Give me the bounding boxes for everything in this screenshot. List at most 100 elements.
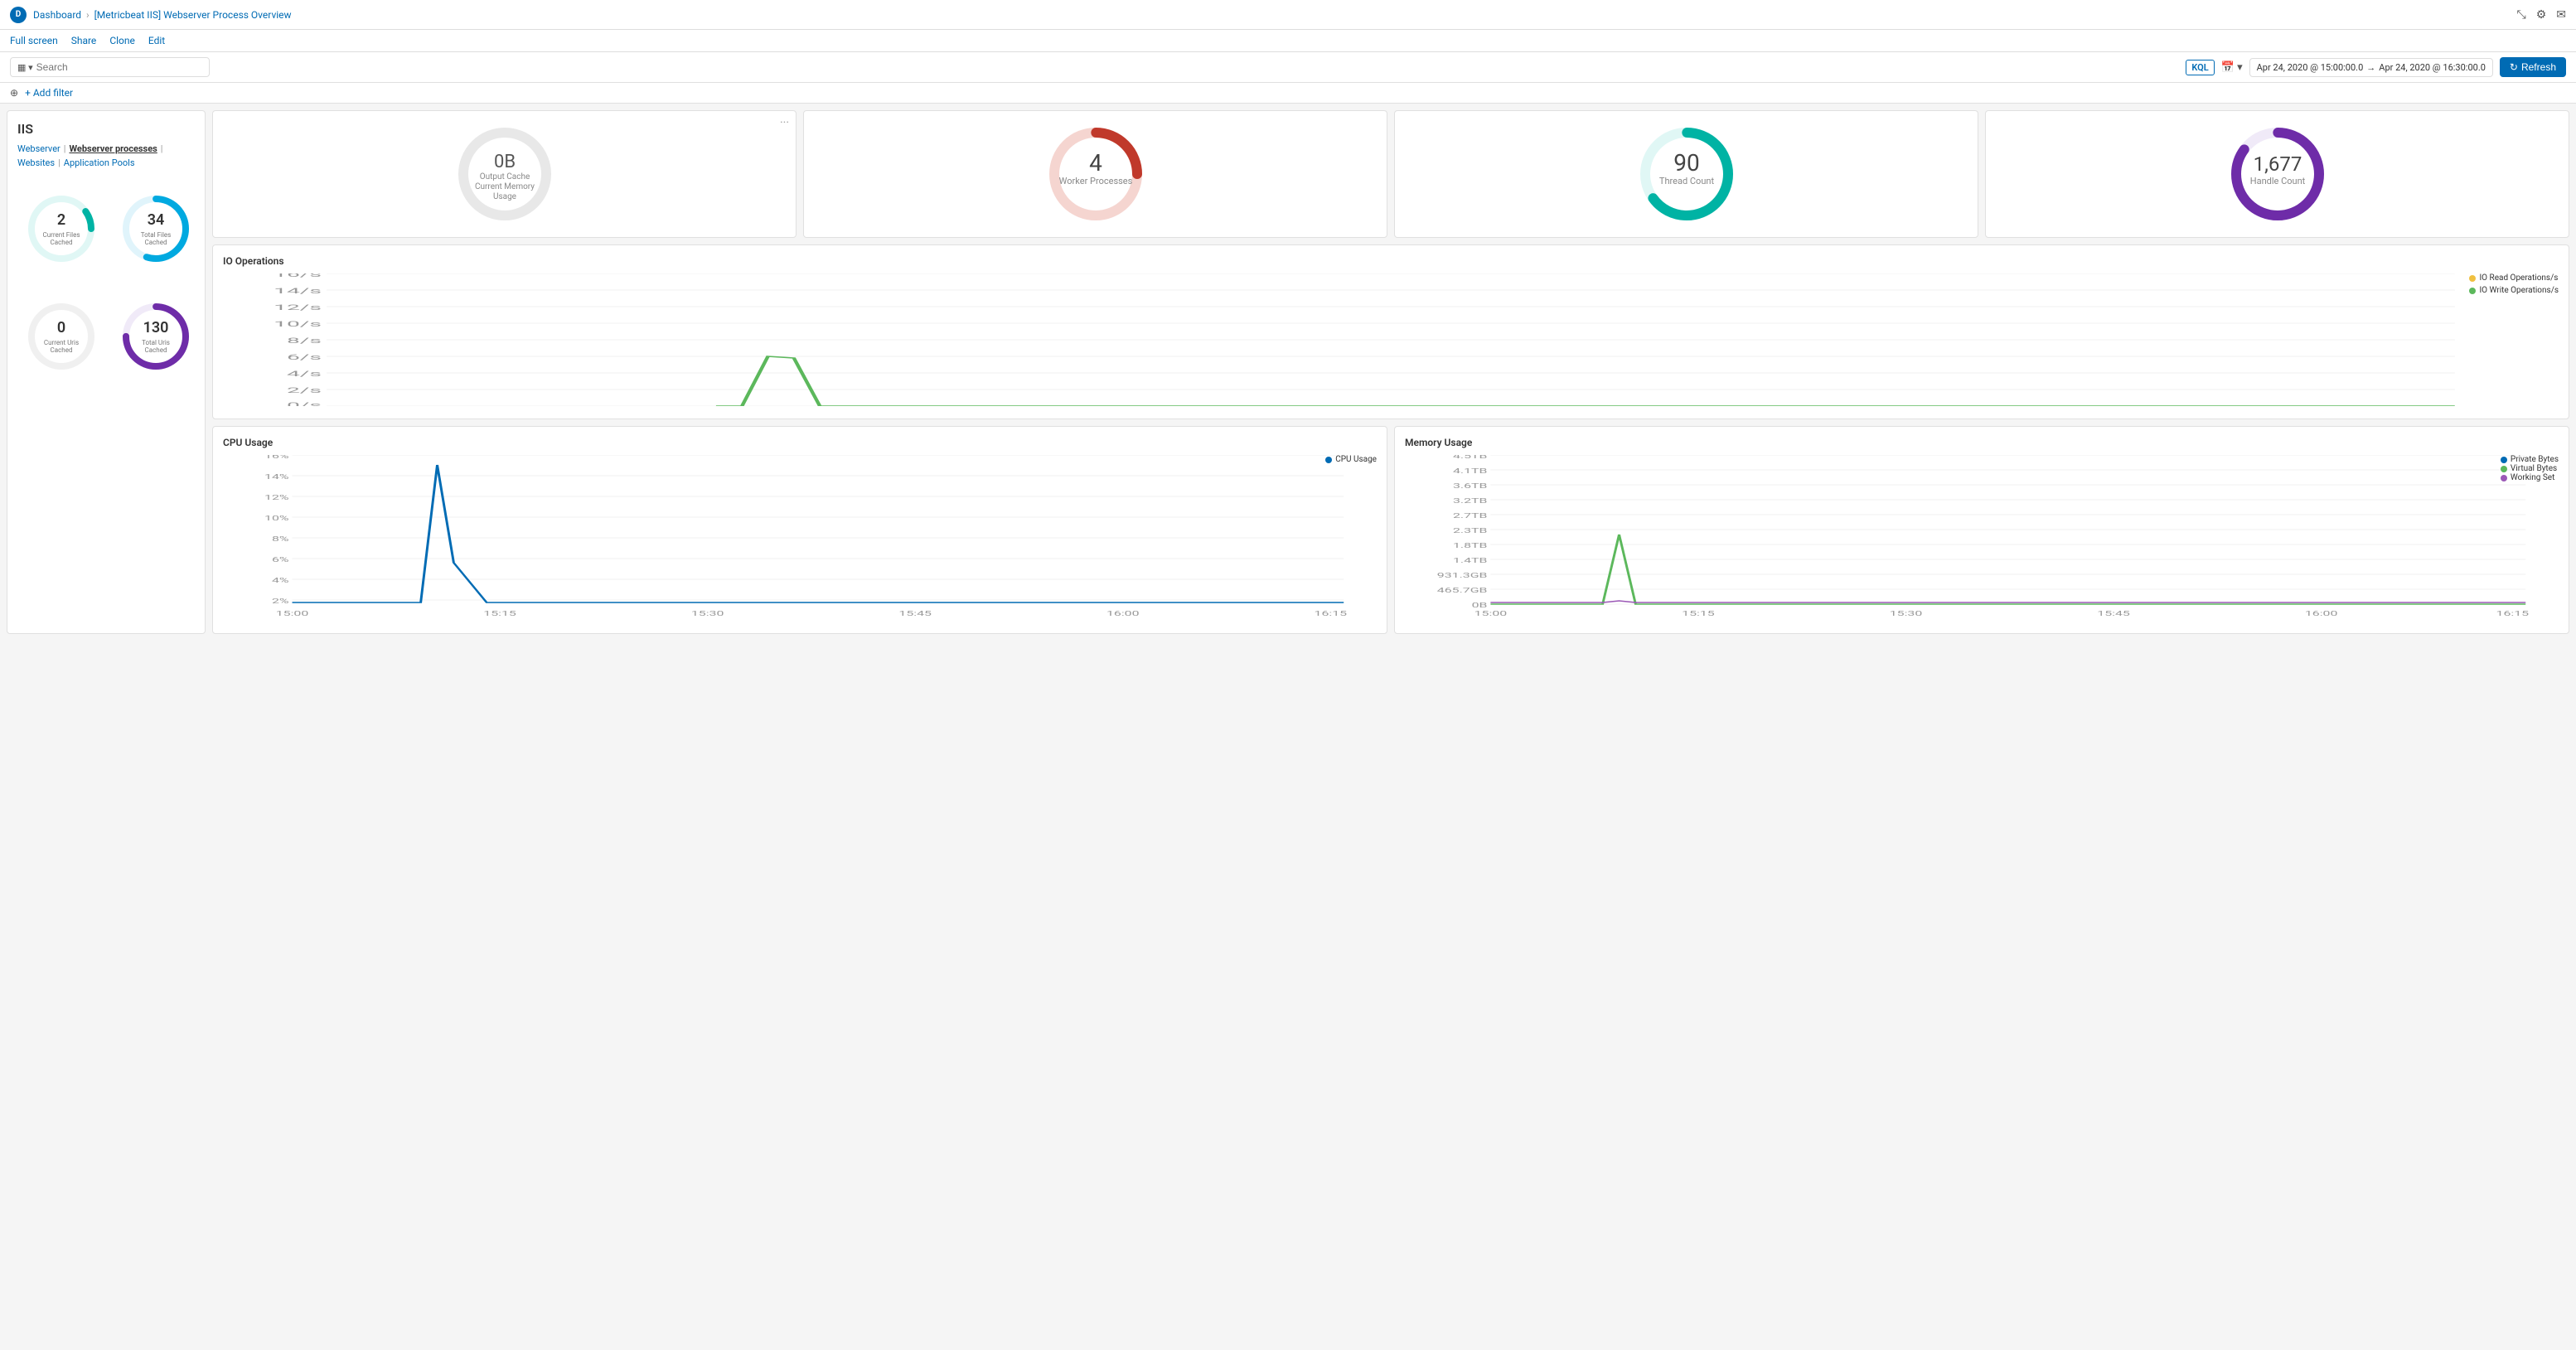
svg-text:16:00: 16:00 bbox=[1106, 610, 1140, 618]
bottom-charts-row: CPU Usage CPU Usage bbox=[212, 426, 2569, 634]
svg-text:4%: 4% bbox=[272, 577, 289, 585]
nav-share[interactable]: Share bbox=[71, 33, 97, 48]
search-box[interactable]: ▦ ▾ bbox=[10, 57, 210, 77]
svg-text:16/s: 16/s bbox=[274, 273, 322, 279]
legend-io-write-dot bbox=[2469, 288, 2476, 294]
sidebar-links: Webserver | Webserver processes | Websit… bbox=[17, 143, 195, 168]
card-menu-icon[interactable]: ··· bbox=[780, 116, 789, 129]
share-icon[interactable]: ✉ bbox=[2556, 8, 2566, 22]
svg-text:Cached: Cached bbox=[145, 346, 167, 354]
top-bar: D Dashboard › [Metricbeat IIS] Webserver… bbox=[0, 0, 2576, 30]
svg-text:130: 130 bbox=[143, 319, 169, 336]
metric-gauge-thread-count: 90 Thread Count bbox=[1637, 124, 1736, 224]
memory-chart-container: Private Bytes Virtual Bytes Working Set bbox=[1405, 455, 2559, 623]
svg-text:3.6TB: 3.6TB bbox=[1453, 482, 1488, 491]
gauge-svg-1: 2 Current Files Cached bbox=[24, 191, 99, 266]
svg-text:15:45: 15:45 bbox=[898, 610, 932, 618]
svg-text:2: 2 bbox=[57, 211, 65, 229]
sidebar-link-application-pools[interactable]: Application Pools bbox=[64, 157, 135, 168]
svg-text:14%: 14% bbox=[264, 473, 289, 481]
metric-gauge-handle-count: 1,677 Handle Count bbox=[2228, 124, 2327, 224]
time-start: Apr 24, 2020 @ 15:00:00.0 bbox=[2257, 62, 2364, 73]
svg-text:Current Files: Current Files bbox=[43, 231, 80, 239]
filter-bar: ⊕ + Add filter bbox=[0, 83, 2576, 104]
svg-text:15:00: 15:00 bbox=[276, 610, 309, 618]
svg-text:2/s: 2/s bbox=[287, 386, 322, 394]
svg-text:15:30: 15:30 bbox=[1890, 610, 1923, 618]
sidebar-gauge-grid: 2 Current Files Cached 34 Total Files Ca… bbox=[17, 178, 195, 387]
settings-icon[interactable]: ⚙ bbox=[2536, 8, 2547, 22]
cpu-chart-container: CPU Usage 16% bbox=[223, 455, 1377, 623]
kql-badge[interactable]: KQL bbox=[2186, 60, 2214, 75]
calendar-icon: 📅 ▾ bbox=[2221, 61, 2243, 74]
svg-text:16%: 16% bbox=[264, 455, 289, 461]
svg-text:Cached: Cached bbox=[145, 239, 167, 246]
svg-text:Usage: Usage bbox=[492, 192, 516, 201]
svg-text:Total Files: Total Files bbox=[141, 231, 172, 239]
svg-text:0: 0 bbox=[57, 319, 65, 336]
svg-text:12%: 12% bbox=[264, 494, 289, 502]
cpu-chart-title: CPU Usage bbox=[223, 437, 1377, 448]
cpu-chart-legend: CPU Usage bbox=[1325, 455, 1377, 464]
time-picker[interactable]: Apr 24, 2020 @ 15:00:00.0 → Apr 24, 2020… bbox=[2249, 58, 2493, 77]
svg-text:1,677: 1,677 bbox=[2253, 152, 2302, 176]
legend-working-set: Working Set bbox=[2501, 473, 2559, 482]
resize-icon[interactable]: ⤡ bbox=[2517, 8, 2526, 22]
cpu-usage-chart: CPU Usage CPU Usage bbox=[212, 426, 1387, 634]
legend-io-write-label: IO Write Operations/s bbox=[2479, 286, 2559, 295]
breadcrumb: Dashboard › [Metricbeat IIS] Webserver P… bbox=[33, 9, 292, 21]
filter-icon[interactable]: ⊕ bbox=[10, 87, 18, 99]
metric-gauge-output-cache: 0B Output Cache Current Memory Usage bbox=[455, 124, 554, 224]
svg-text:Current Memory: Current Memory bbox=[475, 182, 535, 191]
svg-text:Output Cache: Output Cache bbox=[479, 172, 530, 181]
io-chart-title: IO Operations bbox=[223, 255, 2559, 267]
legend-io-write: IO Write Operations/s bbox=[2469, 286, 2559, 295]
svg-text:15:15: 15:15 bbox=[1682, 610, 1715, 618]
add-filter-button[interactable]: + Add filter bbox=[25, 87, 73, 99]
svg-text:4: 4 bbox=[1089, 149, 1102, 177]
refresh-button[interactable]: ↻ Refresh bbox=[2500, 57, 2566, 77]
svg-text:2.7TB: 2.7TB bbox=[1453, 512, 1488, 520]
top-bar-icons: ⤡ ⚙ ✉ bbox=[2517, 8, 2567, 22]
sidebar-link-webserver[interactable]: Webserver bbox=[17, 143, 61, 154]
cpu-chart-svg: 16% 14% 12% 10% 8% 6% 4% 2% 15:00 15:15 … bbox=[223, 455, 1377, 621]
search-type-icon: ▦ ▾ bbox=[17, 62, 33, 73]
svg-text:4/s: 4/s bbox=[287, 370, 322, 378]
legend-io-read-dot bbox=[2469, 275, 2476, 282]
sidebar-link-websites[interactable]: Websites bbox=[17, 157, 55, 168]
nav-edit[interactable]: Edit bbox=[148, 33, 165, 48]
svg-text:15:30: 15:30 bbox=[691, 610, 724, 618]
sidebar-link-webserver-processes[interactable]: Webserver processes bbox=[69, 143, 157, 154]
gauge-svg-2: 34 Total Files Cached bbox=[119, 191, 193, 266]
svg-text:15:00: 15:00 bbox=[1474, 610, 1508, 618]
svg-text:1.4TB: 1.4TB bbox=[1453, 557, 1488, 565]
nav-clone[interactable]: Clone bbox=[109, 33, 135, 48]
svg-text:8/s: 8/s bbox=[287, 336, 322, 345]
svg-text:14/s: 14/s bbox=[274, 287, 322, 295]
legend-io-read: IO Read Operations/s bbox=[2469, 273, 2559, 283]
nav-fullscreen[interactable]: Full screen bbox=[10, 33, 58, 48]
svg-text:Cached: Cached bbox=[51, 239, 73, 246]
svg-text:15:15: 15:15 bbox=[483, 610, 516, 618]
svg-text:Total Uris: Total Uris bbox=[142, 339, 170, 346]
svg-text:0/s: 0/s bbox=[287, 401, 322, 406]
svg-text:2%: 2% bbox=[272, 598, 289, 606]
io-chart-svg: 16/s 14/s 12/s 10/s 8/s 6/s 4/s 2/s 0/s … bbox=[223, 273, 2559, 406]
metric-cards-row: ··· 0B Output Cache Current Memory Usage… bbox=[212, 110, 2569, 238]
svg-text:16:15: 16:15 bbox=[1315, 610, 1348, 618]
search-input[interactable] bbox=[36, 61, 202, 73]
gauge-svg-4: 130 Total Uris Cached bbox=[119, 299, 193, 374]
metric-card-worker-processes: 4 Worker Processes bbox=[803, 110, 1387, 238]
svg-text:4.1TB: 4.1TB bbox=[1453, 467, 1488, 476]
gauge-svg-3: 0 Current Uris Cached bbox=[24, 299, 99, 374]
memory-chart-svg: 4.5TB 4.1TB 3.6TB 3.2TB 2.7TB 2.3TB 1.8T… bbox=[1405, 455, 2559, 621]
memory-chart-legend: Private Bytes Virtual Bytes Working Set bbox=[2501, 455, 2559, 482]
svg-text:Current Uris: Current Uris bbox=[44, 339, 79, 346]
svg-text:4.5TB: 4.5TB bbox=[1453, 455, 1488, 461]
svg-text:3.2TB: 3.2TB bbox=[1453, 497, 1488, 506]
svg-text:0B: 0B bbox=[1472, 602, 1488, 610]
io-chart-area: IO Read Operations/s IO Write Operations… bbox=[223, 273, 2559, 409]
svg-text:465.7GB: 465.7GB bbox=[1437, 587, 1488, 595]
gauge-total-uris-cached: 130 Total Uris Cached bbox=[112, 286, 200, 387]
svg-text:90: 90 bbox=[1673, 149, 1699, 177]
